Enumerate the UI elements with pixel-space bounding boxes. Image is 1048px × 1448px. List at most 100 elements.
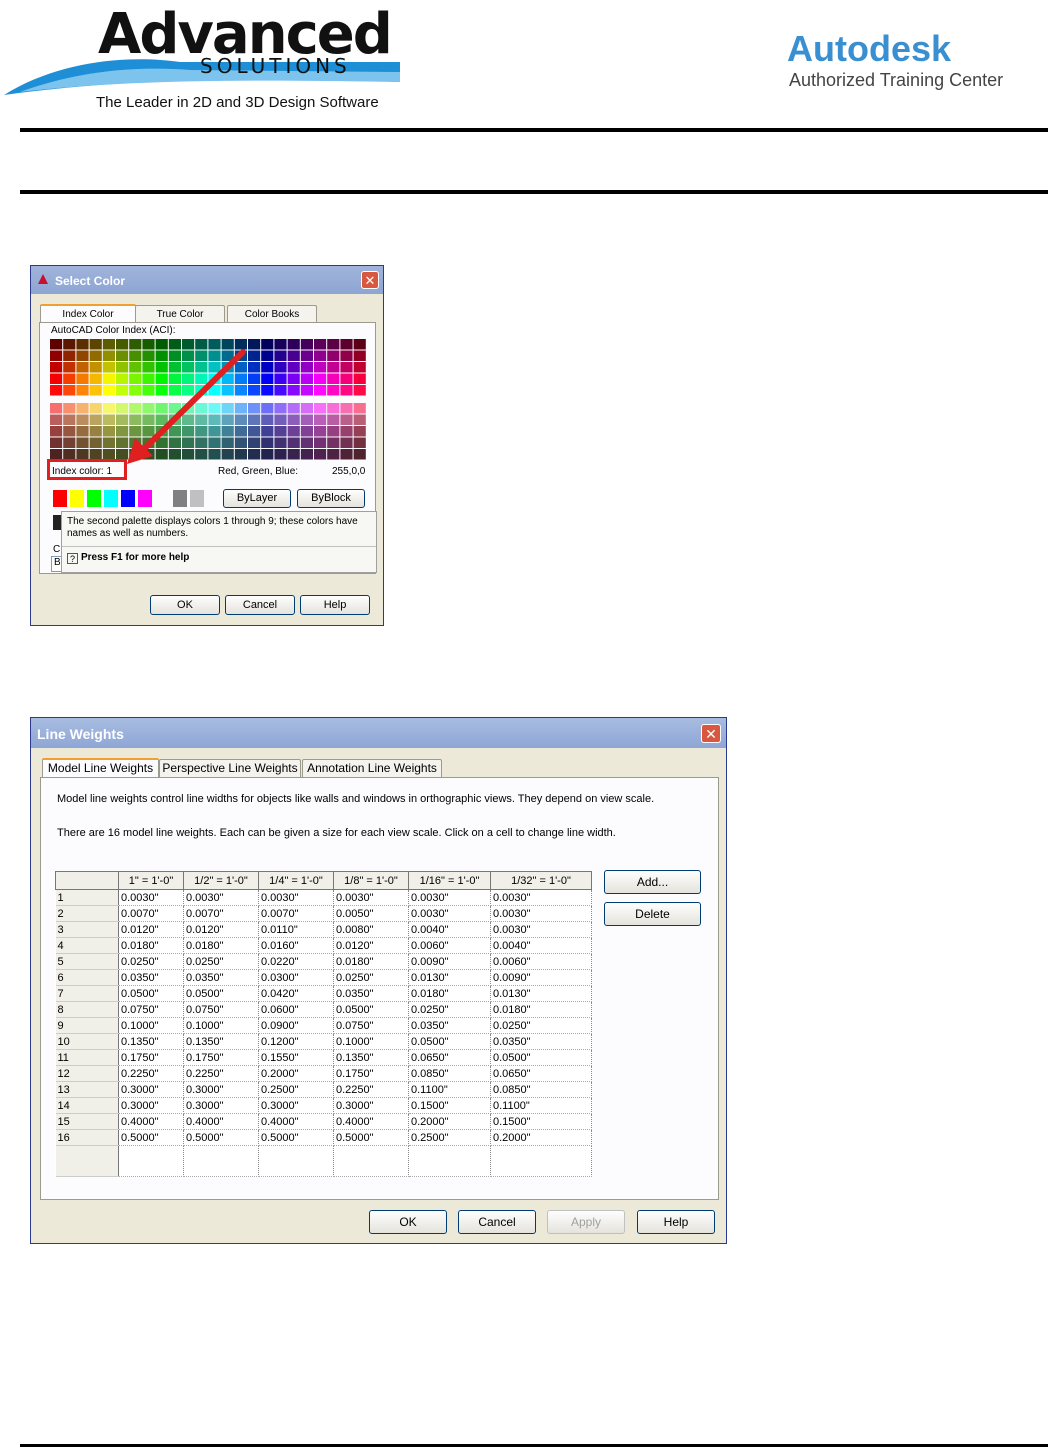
weight-cell[interactable]: 0.0180" [408,985,491,1002]
weight-cell[interactable]: 0.1550" [258,1049,334,1066]
weight-cell[interactable]: 0.4000" [118,1113,184,1130]
column-header[interactable]: 1/32" = 1'-0" [490,871,592,890]
weight-cell[interactable]: 0.1350" [183,1033,259,1050]
weight-cell[interactable]: 0.1000" [183,1017,259,1034]
weight-cell[interactable]: 0.0650" [408,1049,491,1066]
weight-cell[interactable]: 0.0090" [408,953,491,970]
weight-cell[interactable]: 0.3000" [333,1097,409,1114]
weight-cell[interactable]: 0.0500" [183,985,259,1002]
close-icon[interactable]: ✕ [701,724,721,743]
weight-cell[interactable]: 0.1500" [490,1113,592,1130]
weight-cell[interactable]: 0.3000" [183,1081,259,1098]
ok-button[interactable]: OK [150,595,220,615]
weight-cell[interactable]: 0.3000" [118,1081,184,1098]
weight-cell[interactable]: 0.2500" [408,1129,491,1146]
help-button[interactable]: Help [300,595,370,615]
weight-cell[interactable]: 0.0500" [118,985,184,1002]
weight-cell[interactable]: 0.0350" [183,969,259,986]
weight-cell[interactable]: 0.0850" [490,1081,592,1098]
weight-cell[interactable]: 0.0250" [118,953,184,970]
weight-cell[interactable]: 0.0250" [490,1017,592,1034]
weight-cell[interactable]: 0.0160" [258,937,334,954]
weight-cell[interactable]: 0.2250" [183,1065,259,1082]
cancel-button[interactable]: Cancel [225,595,295,615]
weight-cell[interactable]: 0.0750" [183,1001,259,1018]
weight-cell[interactable]: 0.4000" [183,1113,259,1130]
weight-cell[interactable]: 0.0060" [490,953,592,970]
weight-cell[interactable]: 0.1350" [118,1033,184,1050]
weight-cell[interactable]: 0.3000" [183,1097,259,1114]
weight-cell[interactable]: 0.0060" [408,937,491,954]
weight-cell[interactable]: 0.0350" [408,1017,491,1034]
add-button[interactable]: Add... [604,870,701,894]
weight-cell[interactable]: 0.0030" [490,921,592,938]
weight-cell[interactable]: 0.0050" [333,905,409,922]
weight-cell[interactable]: 0.2250" [333,1081,409,1098]
weight-cell[interactable]: 0.1000" [118,1017,184,1034]
weight-cell[interactable]: 0.0650" [490,1065,592,1082]
swatch-red[interactable] [53,490,67,507]
tab-model-line-weights[interactable]: Model Line Weights [42,758,159,778]
column-header[interactable]: 1" = 1'-0" [118,871,184,890]
weight-cell[interactable]: 0.0180" [183,937,259,954]
weight-cell[interactable]: 0.0180" [118,937,184,954]
weight-cell[interactable]: 0.1100" [490,1097,592,1114]
weight-cell[interactable]: 0.0030" [408,889,491,906]
weight-cell[interactable]: 0.1750" [183,1049,259,1066]
weight-cell[interactable]: 0.0030" [118,889,184,906]
weight-cell[interactable]: 0.0750" [118,1001,184,1018]
weight-cell[interactable]: 0.2250" [118,1065,184,1082]
weight-cell[interactable]: 0.0350" [490,1033,592,1050]
weight-cell[interactable]: 0.0850" [408,1065,491,1082]
bylayer-button[interactable]: ByLayer [223,489,291,508]
column-header[interactable]: 1/2" = 1'-0" [183,871,259,890]
weight-cell[interactable]: 0.0250" [333,969,409,986]
swatch-magenta[interactable] [138,490,152,507]
tab-annotation-line-weights[interactable]: Annotation Line Weights [302,759,442,777]
weight-cell[interactable]: 0.0120" [183,921,259,938]
weight-cell[interactable]: 0.0250" [183,953,259,970]
weight-cell[interactable]: 0.0180" [333,953,409,970]
weight-cell[interactable]: 0.3000" [258,1097,334,1114]
weight-cell[interactable]: 0.0040" [490,937,592,954]
weight-cell[interactable]: 0.5000" [183,1129,259,1146]
weight-cell[interactable]: 0.2500" [258,1081,334,1098]
weight-cell[interactable]: 0.1350" [333,1049,409,1066]
weight-cell[interactable]: 0.0130" [490,985,592,1002]
weight-cell[interactable]: 0.1200" [258,1033,334,1050]
weight-cell[interactable]: 0.0070" [183,905,259,922]
weight-cell[interactable]: 0.0030" [408,905,491,922]
weight-cell[interactable]: 0.2000" [258,1065,334,1082]
weight-cell[interactable]: 0.4000" [258,1113,334,1130]
weight-cell[interactable]: 0.0180" [490,1001,592,1018]
weight-cell[interactable]: 0.0250" [408,1001,491,1018]
weight-cell[interactable]: 0.0500" [490,1049,592,1066]
weight-cell[interactable]: 0.0030" [183,889,259,906]
weight-cell[interactable]: 0.3000" [118,1097,184,1114]
swatch-yellow[interactable] [70,490,84,507]
byblock-button[interactable]: ByBlock [297,489,365,508]
swatch-gray-8[interactable] [173,490,187,507]
ok-button[interactable]: OK [369,1210,447,1234]
weight-cell[interactable]: 0.0080" [333,921,409,938]
weight-cell[interactable]: 0.0030" [490,889,592,906]
weight-cell[interactable]: 0.2000" [408,1113,491,1130]
weight-cell[interactable]: 0.0220" [258,953,334,970]
weight-cell[interactable]: 0.0600" [258,1001,334,1018]
weight-cell[interactable]: 0.1750" [118,1049,184,1066]
weight-cell[interactable]: 0.0350" [118,969,184,986]
weight-cell[interactable]: 0.0110" [258,921,334,938]
weight-cell[interactable]: 0.0030" [258,889,334,906]
weight-cell[interactable]: 0.0350" [333,985,409,1002]
weight-cell[interactable]: 0.1000" [333,1033,409,1050]
cancel-button[interactable]: Cancel [458,1210,536,1234]
weight-cell[interactable]: 0.1500" [408,1097,491,1114]
help-button[interactable]: Help [637,1210,715,1234]
weight-cell[interactable]: 0.0070" [118,905,184,922]
weight-cell[interactable]: 0.0040" [408,921,491,938]
swatch-cyan[interactable] [104,490,118,507]
title-bar[interactable] [31,718,726,748]
delete-button[interactable]: Delete [604,902,701,926]
weight-cell[interactable]: 0.0300" [258,969,334,986]
weight-cell[interactable]: 0.0500" [408,1033,491,1050]
